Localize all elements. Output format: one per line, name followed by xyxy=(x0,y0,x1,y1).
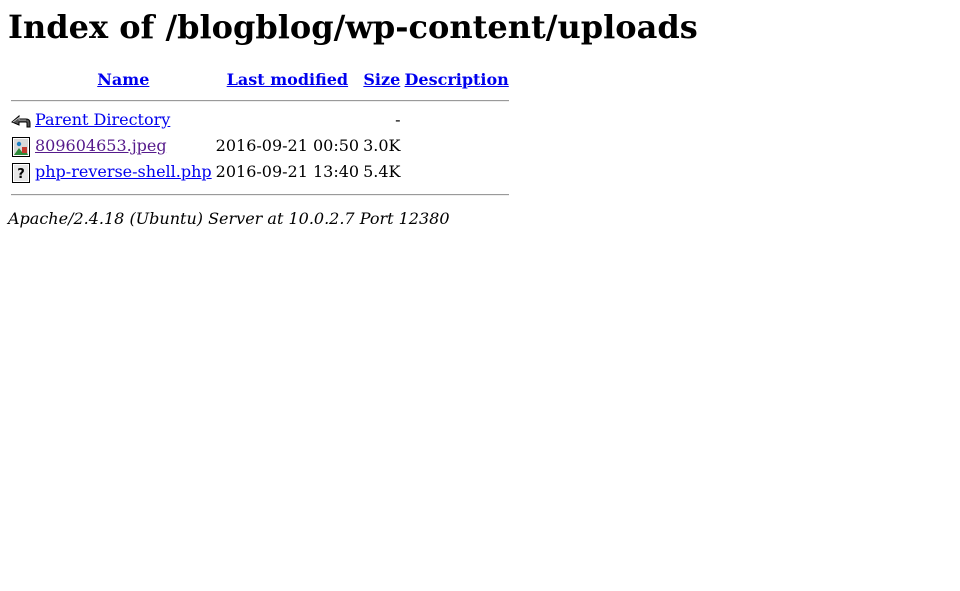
divider xyxy=(11,193,509,196)
header-icon-cell xyxy=(10,67,32,91)
header-description: Description xyxy=(404,67,510,91)
separator-row xyxy=(10,93,510,107)
table-row: 809604653.jpeg 2016-09-21 00:50 3.0K xyxy=(10,135,510,159)
separator-row xyxy=(10,187,510,201)
size-cell: 5.4K xyxy=(363,162,401,181)
description-cell xyxy=(404,161,510,185)
server-signature: Apache/2.4.18 (Ubuntu) Server at 10.0.2.… xyxy=(8,209,450,228)
name-cell: 809604653.jpeg xyxy=(34,135,213,159)
icon-cell xyxy=(10,109,32,133)
last-modified-cell: 2016-09-21 00:50 xyxy=(215,136,360,155)
description-cell xyxy=(404,135,510,159)
unknown-file-icon: ? xyxy=(11,162,31,184)
header-last-modified: Last modified xyxy=(215,67,360,91)
page-title: Index of /blogblog/wp-content/uploads xyxy=(8,8,698,46)
back-icon xyxy=(11,110,31,132)
last-modified-cell xyxy=(215,109,360,133)
size-cell: - xyxy=(395,110,401,129)
sort-by-last-modified-link[interactable]: Last modified xyxy=(227,70,348,89)
size-cell: 3.0K xyxy=(363,136,401,155)
image-file-icon xyxy=(11,136,31,158)
svg-text:?: ? xyxy=(17,167,25,182)
table-header-row: Name Last modified Size Description xyxy=(10,67,510,91)
icon-cell xyxy=(10,135,32,159)
icon-cell: ? xyxy=(10,161,32,185)
sort-by-description-link[interactable]: Description xyxy=(405,70,509,89)
divider xyxy=(11,99,509,102)
name-cell: php-reverse-shell.php xyxy=(34,161,213,185)
table-row: ? php-reverse-shell.php 2016-09-21 13:40… xyxy=(10,161,510,185)
sort-by-size-link[interactable]: Size xyxy=(363,70,400,89)
name-cell: Parent Directory xyxy=(34,109,213,133)
sort-by-name-link[interactable]: Name xyxy=(97,70,149,89)
file-link-php[interactable]: php-reverse-shell.php xyxy=(35,162,212,181)
header-name: Name xyxy=(34,67,213,91)
file-link-jpeg[interactable]: 809604653.jpeg xyxy=(35,136,167,155)
table-row: Parent Directory - xyxy=(10,109,510,133)
description-cell xyxy=(404,109,510,133)
file-table: Name Last modified Size Description Pare… xyxy=(8,65,512,203)
last-modified-cell: 2016-09-21 13:40 xyxy=(215,162,360,181)
directory-listing-page: Index of /blogblog/wp-content/uploads Na… xyxy=(0,0,960,228)
header-size: Size xyxy=(362,67,401,91)
parent-directory-link[interactable]: Parent Directory xyxy=(35,110,170,129)
